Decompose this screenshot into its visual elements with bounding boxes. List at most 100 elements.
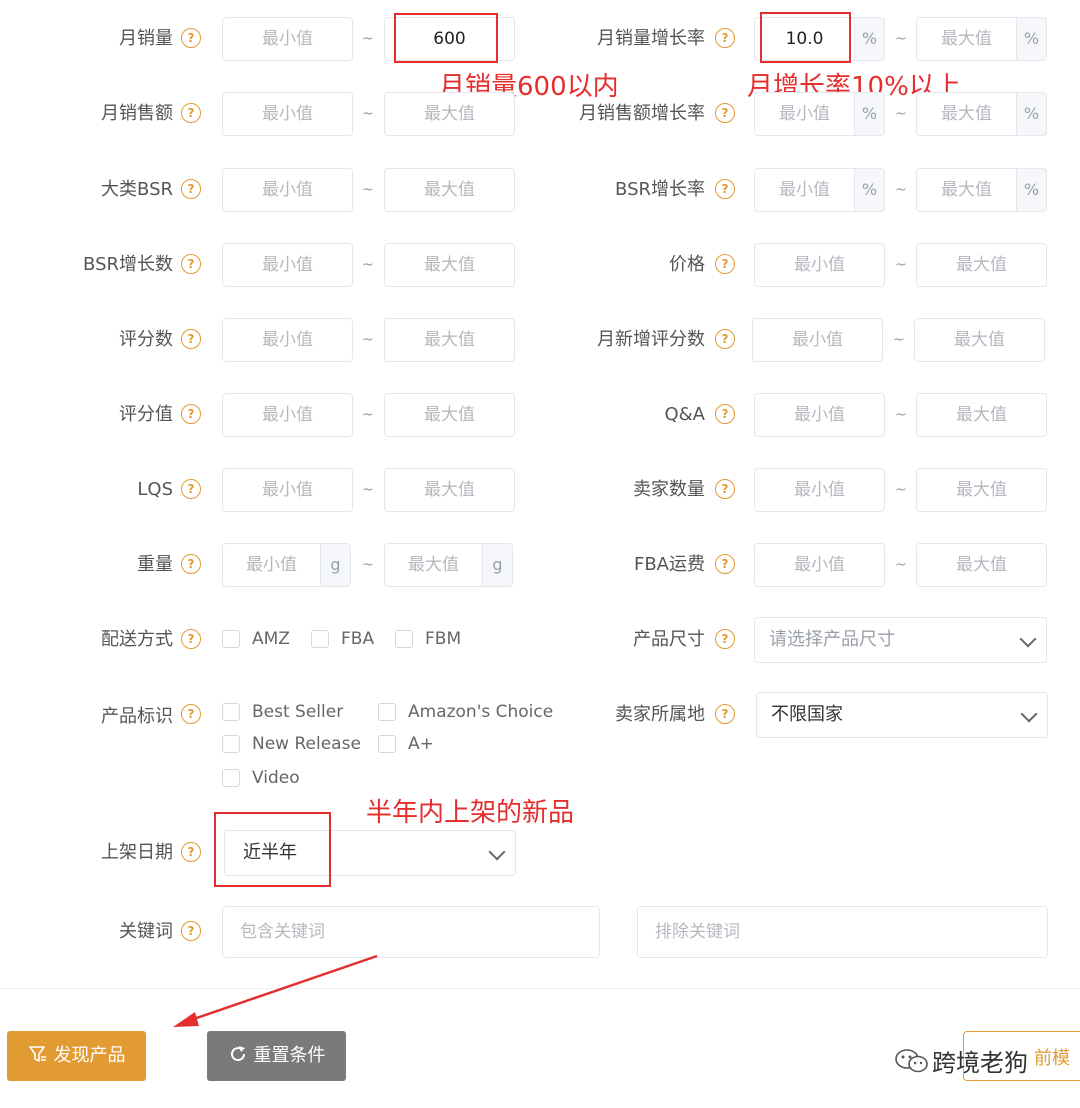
bsr-growth-rate-max-input[interactable]: 最大值 [916,168,1017,212]
lqs-min-input[interactable]: 最小值 [222,468,353,512]
help-icon[interactable]: ? [181,179,201,199]
monthly-revenue-min-input[interactable]: 最小值 [222,92,353,136]
label-bsr-growth-count: BSR增长数 [83,254,173,275]
rating-count-min-input[interactable]: 最小值 [222,318,353,362]
seller-count-min-input[interactable]: 最小值 [754,468,885,512]
label-fba-fee: FBA运费 [633,554,705,575]
label-product-size: 产品尺寸 [633,629,705,650]
percent-unit: % [855,92,885,136]
help-icon[interactable]: ? [715,704,735,724]
checkbox-amazons-choice[interactable] [378,703,396,721]
label-seller-location: 卖家所属地 [615,704,705,725]
checkbox-fbm[interactable] [395,630,413,648]
rating-value-max-input[interactable]: 最大值 [384,393,515,437]
checkbox-label-amz: AMZ [252,629,290,649]
range-tilde: ~ [362,31,374,47]
qa-max-input[interactable]: 最大值 [916,393,1047,437]
bsr-growth-count-max-input[interactable]: 最大值 [384,243,515,287]
checkbox-label-a-plus: A+ [408,734,434,754]
fba-fee-min-input[interactable]: 最小值 [754,543,885,587]
category-bsr-max-input[interactable]: 最大值 [384,168,515,212]
monthly-new-ratings-max-input[interactable]: 最大值 [914,318,1045,362]
qa-min-input[interactable]: 最小值 [754,393,885,437]
discover-button[interactable]: 发现产品 [7,1031,146,1081]
help-icon[interactable]: ? [181,103,201,123]
range-tilde: ~ [362,182,374,198]
seller-location-select[interactable]: 不限国家 [756,692,1048,738]
product-size-select[interactable]: 请选择产品尺寸 [754,617,1047,663]
wechat-icon [895,1048,928,1072]
price-max-input[interactable]: 最大值 [916,243,1047,287]
help-icon[interactable]: ? [181,254,201,274]
help-icon[interactable]: ? [715,404,735,424]
help-icon[interactable]: ? [715,28,735,48]
exclude-keyword-input[interactable]: 排除关键词 [637,906,1048,958]
seller-count-max-input[interactable]: 最大值 [916,468,1047,512]
label-bsr-growth-rate: BSR增长率 [615,179,705,200]
help-icon[interactable]: ? [715,103,735,123]
range-tilde: ~ [362,257,374,273]
label-monthly-sales: 月销量 [119,28,173,49]
lqs-max-input[interactable]: 最大值 [384,468,515,512]
help-icon[interactable]: ? [181,28,201,48]
bsr-growth-count-min-input[interactable]: 最小值 [222,243,353,287]
help-icon[interactable]: ? [181,842,201,862]
range-tilde: ~ [893,332,905,348]
help-icon[interactable]: ? [715,479,735,499]
help-icon[interactable]: ? [715,629,735,649]
fba-fee-max-input[interactable]: 最大值 [916,543,1047,587]
discover-button-label: 发现产品 [53,1045,126,1066]
checkbox-label-fba: FBA [341,629,375,649]
help-icon[interactable]: ? [181,554,201,574]
monthly-revenue-growth-max-input[interactable]: 最大值 [916,92,1017,136]
monthly-revenue-growth-min-input[interactable]: 最小值 [754,92,855,136]
help-icon[interactable]: ? [715,179,735,199]
monthly-new-ratings-min-input[interactable]: 最小值 [752,318,883,362]
help-icon[interactable]: ? [181,329,201,349]
rating-value-min-input[interactable]: 最小值 [222,393,353,437]
monthly-sales-growth-max-input[interactable]: 最大值 [916,17,1017,61]
help-icon[interactable]: ? [181,404,201,424]
help-icon[interactable]: ? [181,629,201,649]
checkbox-best-seller[interactable] [222,703,240,721]
reset-button[interactable]: 重置条件 [207,1031,346,1081]
seller-location-value: 不限国家 [771,704,843,725]
help-icon[interactable]: ? [715,554,735,574]
gram-unit: g [483,543,513,587]
help-icon[interactable]: ? [181,479,201,499]
checkbox-a-plus[interactable] [378,735,396,753]
range-tilde: ~ [895,407,907,423]
weight-min-input[interactable]: 最小值 [222,543,321,587]
checkbox-new-release[interactable] [222,735,240,753]
chevron-down-icon [1019,630,1037,648]
help-icon[interactable]: ? [715,254,735,274]
range-tilde: ~ [362,482,374,498]
checkbox-video[interactable] [222,769,240,787]
percent-unit: % [1017,168,1047,212]
monthly-sales-min-input[interactable]: 最小值 [222,17,353,61]
bsr-growth-rate-min-input[interactable]: 最小值 [754,168,855,212]
range-tilde: ~ [362,106,374,122]
checkbox-fba[interactable] [311,630,329,648]
highlight-box [394,13,498,63]
help-icon[interactable]: ? [181,704,201,724]
category-bsr-min-input[interactable]: 最小值 [222,168,353,212]
watermark: 跨境老狗 [892,1043,1028,1077]
label-keyword: 关键词 [119,921,173,942]
help-icon[interactable]: ? [715,329,735,349]
weight-max-input[interactable]: 最大值 [384,543,483,587]
label-seller-count: 卖家数量 [633,479,705,500]
label-delivery: 配送方式 [101,629,173,650]
monthly-revenue-max-input[interactable]: 最大值 [384,92,515,136]
label-qa: Q&A [664,404,705,425]
range-tilde: ~ [895,182,907,198]
rating-count-max-input[interactable]: 最大值 [384,318,515,362]
price-min-input[interactable]: 最小值 [754,243,885,287]
label-lqs: LQS [137,479,173,500]
percent-unit: % [855,17,885,61]
range-tilde: ~ [362,557,374,573]
range-tilde: ~ [895,31,907,47]
chevron-down-icon [488,843,506,861]
checkbox-amz[interactable] [222,630,240,648]
help-icon[interactable]: ? [181,921,201,941]
